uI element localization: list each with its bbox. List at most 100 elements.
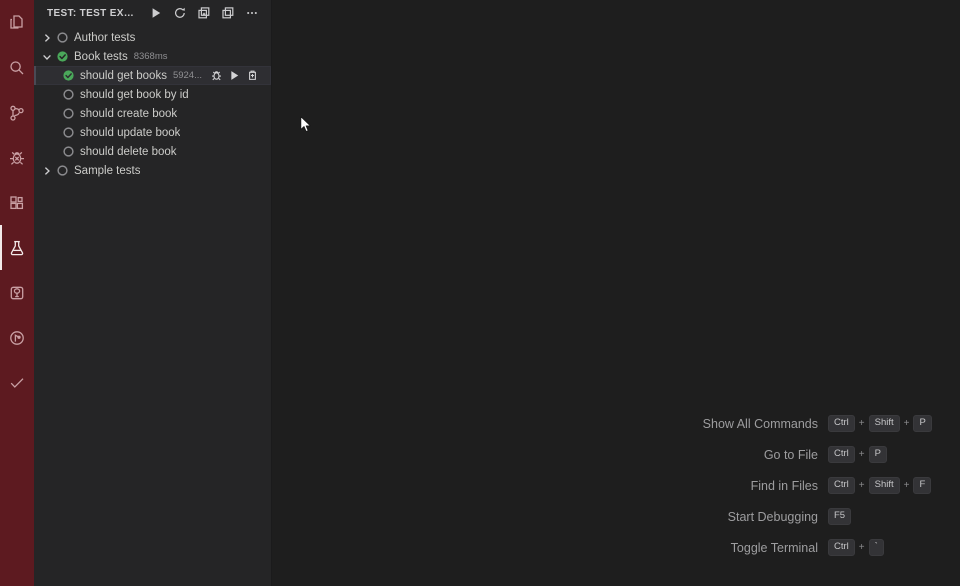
key-badge: `: [868, 539, 884, 556]
open-test-file-icon[interactable]: [245, 68, 260, 83]
key-separator: +: [858, 542, 865, 553]
test-tree-row-should-get-books[interactable]: should get books 5924...: [34, 66, 271, 85]
key-badge: F5: [828, 508, 852, 525]
run-and-debug-icon: [7, 148, 27, 168]
test-tree-row-book-tests[interactable]: Book tests 8368ms: [34, 47, 271, 66]
files-explorer-icon: [7, 13, 27, 33]
test-state-pending-icon: [60, 126, 76, 139]
expand-all-icon: [197, 6, 211, 20]
expand-all-button[interactable]: [193, 2, 215, 24]
test-state-pending-icon: [60, 107, 76, 120]
test-tree-row-sample-tests[interactable]: Sample tests: [34, 161, 271, 180]
editor-watermark: Show All Commands Ctrl + Shift + P Go to…: [618, 408, 938, 563]
test-label: Book tests: [74, 50, 128, 63]
extensions-icon: [7, 193, 27, 213]
activitybar-item-run-and-debug[interactable]: [0, 135, 34, 180]
shortcut-keys: F5: [828, 508, 938, 525]
watermark-shortcut-show-all-commands[interactable]: Show All Commands Ctrl + Shift + P: [618, 408, 938, 439]
search-icon: [7, 58, 27, 78]
source-control-icon: [7, 103, 27, 123]
debug-test-icon[interactable]: [209, 68, 224, 83]
shortcut-keys: Ctrl + P: [828, 446, 938, 463]
sidebar-title: TEST: TEST EXPL...: [47, 7, 139, 19]
activitybar-item-extensions[interactable]: [0, 180, 34, 225]
watermark-shortcut-start-debugging[interactable]: Start Debugging F5: [618, 501, 938, 532]
test-state-passed-icon: [54, 50, 70, 63]
test-state-pending-icon: [54, 164, 70, 177]
test-label: Author tests: [74, 31, 136, 44]
shortcut-label: Show All Commands: [702, 416, 818, 431]
shortcut-keys: Ctrl + `: [828, 539, 938, 556]
test-label: Sample tests: [74, 164, 141, 177]
ellipsis-icon: [245, 6, 259, 20]
more-actions-button[interactable]: [241, 2, 263, 24]
chevron-right-icon[interactable]: [40, 165, 54, 177]
test-state-pending-icon: [60, 88, 76, 101]
test-label: should update book: [80, 126, 181, 139]
test-tree-row-should-create-book[interactable]: should create book: [34, 104, 271, 123]
key-badge: Ctrl: [828, 539, 855, 556]
key-separator: +: [903, 418, 910, 429]
shortcut-label: Toggle Terminal: [730, 540, 818, 555]
test-tree-row-should-update-book[interactable]: should update book: [34, 123, 271, 142]
activitybar-item-database[interactable]: [0, 270, 34, 315]
test-tree-row-should-get-book-by-id[interactable]: should get book by id: [34, 85, 271, 104]
key-badge: Ctrl: [828, 415, 855, 432]
watermark-shortcut-go-to-file[interactable]: Go to File Ctrl + P: [618, 439, 938, 470]
test-row-actions: [209, 68, 260, 83]
test-label: should get book by id: [80, 88, 189, 101]
chevron-right-icon[interactable]: [40, 32, 54, 44]
test-explorer-sidebar: TEST: TEST EXPL... Author tests Book tes…: [34, 0, 272, 586]
collapse-all-icon: [221, 6, 235, 20]
sidebar-header-actions: [145, 2, 263, 24]
activitybar-item-test-explorer[interactable]: [0, 225, 34, 270]
activitybar-item-search[interactable]: [0, 45, 34, 90]
key-separator: +: [858, 418, 865, 429]
watermark-shortcut-toggle-terminal[interactable]: Toggle Terminal Ctrl + `: [618, 532, 938, 563]
key-badge: Ctrl: [828, 477, 855, 494]
play-circle-icon: [7, 328, 27, 348]
vscode-window: TEST: TEST EXPL... Author tests Book tes…: [0, 0, 960, 586]
key-separator: +: [903, 480, 910, 491]
shortcut-label: Find in Files: [750, 478, 818, 493]
activity-bar: [0, 0, 34, 586]
shortcut-label: Go to File: [763, 447, 818, 462]
test-label: should delete book: [80, 145, 177, 158]
test-duration: 8368ms: [133, 51, 168, 62]
test-label: should create book: [80, 107, 178, 120]
activitybar-item-checklist[interactable]: [0, 360, 34, 405]
key-separator: +: [858, 449, 865, 460]
shortcut-keys: Ctrl + Shift + P: [828, 415, 938, 432]
collapse-all-button[interactable]: [217, 2, 239, 24]
run-all-tests-button[interactable]: [145, 2, 167, 24]
shortcut-keys: Ctrl + Shift + F: [828, 477, 938, 494]
key-badge: P: [868, 446, 887, 463]
test-label: should get books: [80, 69, 167, 82]
watermark-shortcut-find-in-files[interactable]: Find in Files Ctrl + Shift + F: [618, 470, 938, 501]
key-badge: Shift: [868, 477, 900, 494]
key-badge: Ctrl: [828, 446, 855, 463]
run-test-icon[interactable]: [227, 68, 242, 83]
key-badge: P: [913, 415, 932, 432]
test-state-pending-icon: [54, 31, 70, 44]
sidebar-header: TEST: TEST EXPL...: [34, 0, 271, 26]
activitybar-item-explorer[interactable]: [0, 0, 34, 45]
play-icon: [149, 6, 163, 20]
test-tree[interactable]: Author tests Book tests 8368ms should ge…: [34, 26, 271, 586]
test-tree-row-should-delete-book[interactable]: should delete book: [34, 142, 271, 161]
database-icon: [7, 283, 27, 303]
chevron-down-icon[interactable]: [40, 51, 54, 63]
test-state-passed-icon: [60, 69, 76, 82]
activitybar-item-source-control[interactable]: [0, 90, 34, 135]
beaker-test-icon: [7, 238, 27, 258]
key-separator: +: [858, 480, 865, 491]
refresh-icon: [173, 6, 187, 20]
test-state-pending-icon: [60, 145, 76, 158]
key-badge: Shift: [868, 415, 900, 432]
check-icon: [7, 373, 27, 393]
editor-area[interactable]: Show All Commands Ctrl + Shift + P Go to…: [272, 0, 960, 586]
reload-tests-button[interactable]: [169, 2, 191, 24]
activitybar-item-task-runner[interactable]: [0, 315, 34, 360]
shortcut-label: Start Debugging: [727, 509, 818, 524]
test-tree-row-author-tests[interactable]: Author tests: [34, 28, 271, 47]
